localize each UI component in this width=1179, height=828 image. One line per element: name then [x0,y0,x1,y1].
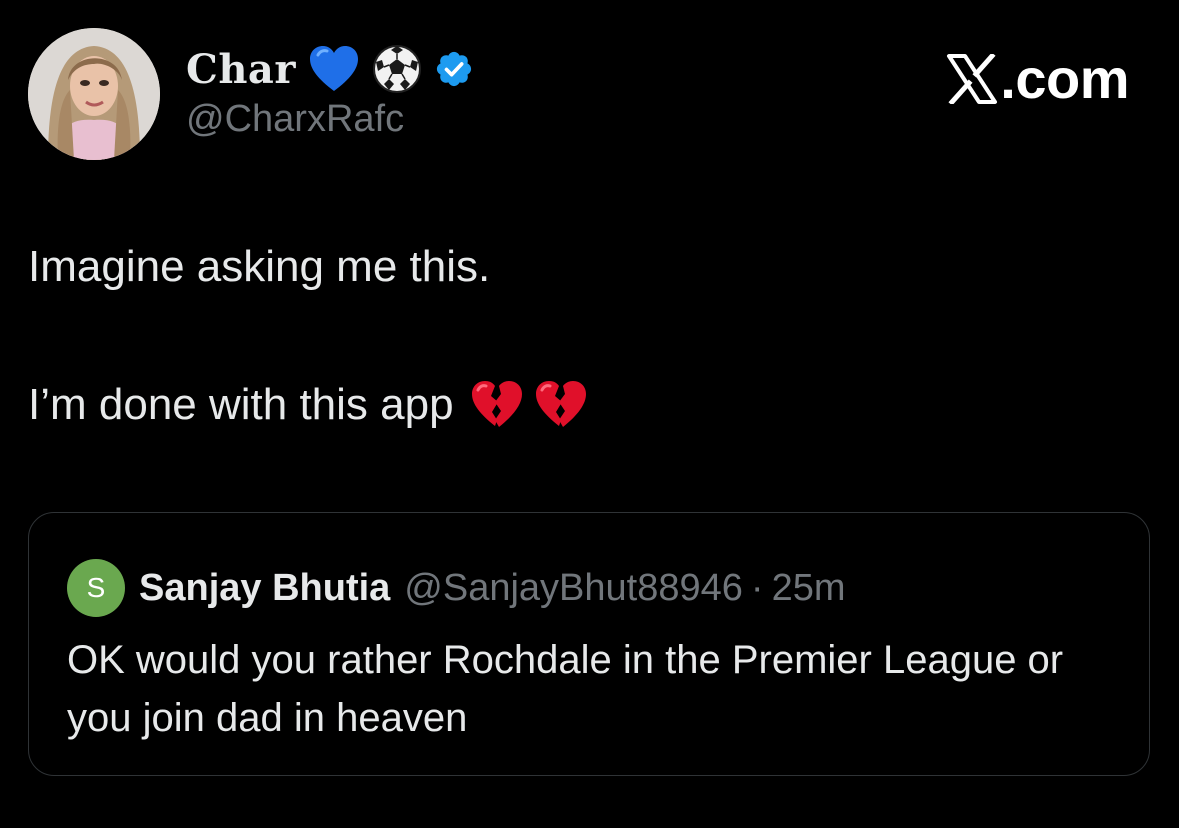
quoted-tweet-card[interactable]: S Sanjay Bhutia @SanjayBhut88946 · 25m O… [28,512,1150,776]
quoted-tweet-header: S Sanjay Bhutia @SanjayBhut88946 · 25m [67,559,845,617]
soccer-ball-icon [372,44,422,94]
brand-domain: .com [1000,47,1129,110]
broken-heart-icon [470,380,524,430]
broken-hearts [470,380,588,430]
quoted-tweet-text: OK would you rather Rochdale in the Prem… [67,638,1064,740]
blue-heart-icon [308,45,360,93]
author-display-name[interactable]: Char [186,46,296,93]
verified-badge-icon[interactable] [434,49,474,89]
x-logo-icon [946,51,998,106]
quoted-timestamp[interactable]: 25m [772,567,846,610]
author-handle[interactable]: @CharxRafc [186,98,404,141]
quoted-author-name[interactable]: Sanjay Bhutia [139,567,390,610]
tweet-text-line-2-row: I’m done with this app [28,380,588,430]
brand-watermark: .com [946,46,1129,111]
tweet-text-line-1: Imagine asking me this. [28,242,491,291]
author-name-row: Char [186,40,474,98]
avatar-photo [28,28,160,160]
tweet-text-line-2: I’m done with this app [28,380,454,429]
avatar[interactable] [28,28,160,160]
broken-heart-icon [534,380,588,430]
quoted-separator: · [750,566,764,609]
quoted-avatar[interactable]: S [67,559,125,617]
quoted-author-handle[interactable]: @SanjayBhut88946 [404,567,743,610]
